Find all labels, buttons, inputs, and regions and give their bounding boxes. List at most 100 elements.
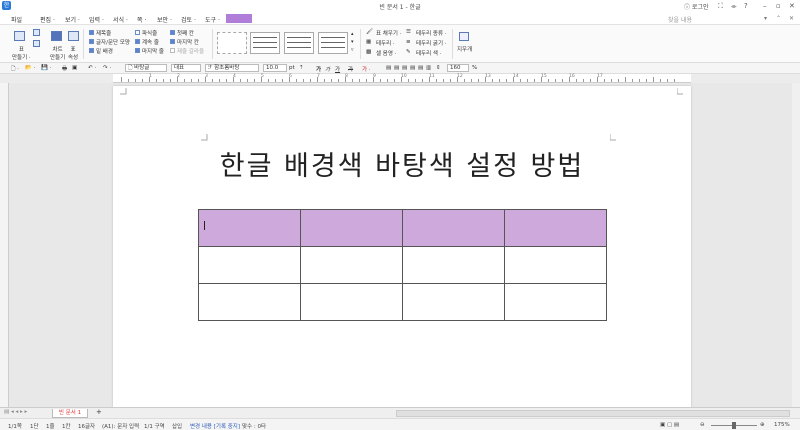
table-cell[interactable] — [300, 246, 403, 284]
italic-button[interactable]: 가 — [325, 65, 330, 73]
font-unit[interactable]: pt — [289, 65, 295, 71]
menu-edit[interactable]: 편집 · — [40, 15, 55, 24]
search-dropdown-icon[interactable]: ▾ — [764, 15, 767, 22]
table-attr-button[interactable]: 표 속성 — [68, 45, 78, 61]
table-style-2[interactable] — [250, 32, 280, 54]
redo-icon[interactable]: ↷ · — [103, 65, 111, 71]
search-close-icon[interactable]: ✕ — [789, 15, 794, 22]
document-page[interactable]: 한글 배경색 바탕색 설정 방법 — [113, 86, 691, 407]
horizontal-scrollbar[interactable] — [396, 410, 790, 417]
table-cell[interactable] — [402, 246, 505, 284]
ribbon-toggle-icon[interactable]: ⌯ — [731, 2, 737, 11]
cell-bg-icon[interactable]: ▩ — [366, 49, 371, 55]
border-type-button[interactable]: 테두리 종류 · — [416, 29, 447, 37]
status-track-changes[interactable]: 변경 내용 [기록 중지] — [190, 422, 240, 430]
table-cell[interactable] — [402, 209, 505, 247]
vertical-scrollbar[interactable] — [792, 83, 800, 407]
table-cell[interactable] — [402, 283, 505, 321]
style-select[interactable]: 🗋 바탕글 — [125, 64, 167, 72]
table-attr-icon[interactable] — [68, 31, 79, 41]
table-cell[interactable] — [300, 283, 403, 321]
menu-security[interactable]: 보안 · — [157, 15, 172, 24]
last-col-checkbox[interactable] — [170, 39, 175, 44]
table-create-icon[interactable] — [14, 31, 25, 41]
zoom-level[interactable]: 175% — [774, 422, 790, 428]
menu-view[interactable]: 보기 · — [65, 15, 80, 24]
status-page[interactable]: 1/1쪽 — [8, 422, 22, 430]
vertical-ruler[interactable] — [0, 83, 9, 407]
style-gallery-down-icon[interactable]: ▾ — [351, 39, 354, 45]
align-justify-icon[interactable]: ▤ — [386, 65, 391, 71]
menu-page[interactable]: 쪽 · — [137, 15, 146, 24]
add-tab-button[interactable]: + — [96, 408, 102, 416]
font-color-icon[interactable]: 가 · — [362, 65, 371, 73]
table-cell[interactable] — [198, 209, 301, 247]
table-small-icon[interactable] — [33, 29, 40, 36]
border-width-button[interactable]: 테두리 굵기 · — [416, 39, 447, 47]
menu-tools[interactable]: 도구 · — [205, 15, 220, 24]
status-insert[interactable]: 삽입 — [172, 422, 182, 430]
font-select[interactable]: ℱ 함초롬바탕 — [205, 64, 259, 72]
zoom-select[interactable]: 160 — [447, 64, 469, 72]
help-icon[interactable]: ? — [744, 2, 748, 10]
continue-row-checkbox[interactable] — [135, 39, 140, 44]
document-table[interactable] — [198, 209, 607, 321]
strike-button[interactable]: 가 — [348, 65, 353, 73]
border-type-icon[interactable]: ☰ — [406, 29, 411, 35]
zoom-in-icon[interactable]: ⊕ — [760, 422, 765, 428]
border-width-icon[interactable]: ≡ — [406, 39, 411, 45]
minimize-button[interactable]: – — [763, 2, 767, 10]
new-doc-icon[interactable]: 🗋 · — [11, 65, 19, 74]
menu-review[interactable]: 검토 · — [181, 15, 196, 24]
undo-icon[interactable]: ↶ · — [88, 65, 96, 71]
table-cell[interactable] — [504, 246, 607, 284]
first-col-checkbox[interactable] — [170, 30, 175, 35]
tab-document[interactable]: 빈 문서 1 — [52, 409, 88, 418]
chart-icon[interactable] — [51, 31, 62, 41]
fill-icon[interactable]: 🖌 — [366, 29, 373, 35]
horizontal-ruler[interactable]: 1 2 3 4 5 6 7 8 9 10 11 12 13 14 15 16 17 — [113, 74, 691, 83]
open-icon[interactable]: 📂 · — [25, 65, 35, 71]
align-left-icon[interactable]: ▤ — [394, 65, 399, 71]
border-button[interactable]: 테두리 · — [376, 39, 395, 47]
underline-button[interactable]: 가 — [335, 65, 340, 73]
banded-row-checkbox[interactable] — [135, 30, 140, 35]
tab-nav-icons[interactable]: ▤ ◂ ◂ ▸ ▸ — [4, 409, 27, 415]
table-context-tab[interactable] — [226, 14, 252, 23]
bold-button[interactable]: 가 — [316, 65, 321, 73]
table-create-button[interactable]: 표 만들기 · — [12, 45, 31, 61]
cell-fill-button[interactable]: 표 채우기 · — [376, 29, 402, 37]
border-color-icon[interactable]: ✎ — [406, 49, 411, 55]
table-cell[interactable] — [198, 246, 301, 284]
table-formula-icon[interactable] — [33, 40, 40, 47]
align-center-icon[interactable]: ▤ — [402, 65, 407, 71]
header-row-checkbox[interactable] — [89, 30, 94, 35]
align-right-icon[interactable]: ▤ — [410, 65, 415, 71]
border-color-button[interactable]: 테두리 색 · — [416, 49, 442, 57]
divide-icon[interactable]: ▥ — [426, 65, 431, 71]
zoom-slider-knob[interactable] — [732, 422, 736, 429]
line-spacing-icon[interactable]: ⇕ — [436, 65, 441, 71]
maximize-button[interactable]: ▫ — [776, 2, 781, 10]
print-icon[interactable]: 🖶 — [62, 65, 67, 74]
border-icon[interactable]: ▦ — [366, 39, 371, 45]
eraser-button[interactable]: 지우개 — [457, 45, 472, 53]
table-cell[interactable] — [300, 209, 403, 247]
search-collapse-icon[interactable]: ⌃ — [776, 15, 781, 22]
menu-file[interactable]: 파일 — [11, 15, 22, 24]
login-button[interactable]: ⓘ 로그인 — [684, 2, 708, 11]
cell-bg-button[interactable]: 셀 음영 · — [376, 49, 396, 57]
close-button[interactable]: ✕ — [789, 2, 795, 10]
style-gallery-more-icon[interactable]: ▿ — [351, 47, 354, 53]
chart-create-button[interactable]: 차트 만들기 — [50, 45, 65, 61]
size-up-icon[interactable]: ⇡ — [299, 65, 304, 71]
font-size-input[interactable]: 10.0 — [263, 64, 287, 72]
table-cell[interactable] — [504, 209, 607, 247]
language-select[interactable]: 대표 — [171, 64, 201, 72]
menu-insert[interactable]: 입력 · — [89, 15, 104, 24]
style-gallery-up-icon[interactable]: ▴ — [351, 31, 354, 37]
table-style-1[interactable] — [217, 32, 247, 54]
char-para-checkbox[interactable] — [89, 39, 94, 44]
table-cell[interactable] — [504, 283, 607, 321]
view-icons[interactable]: ▣ ▢ ▤ — [660, 422, 679, 428]
